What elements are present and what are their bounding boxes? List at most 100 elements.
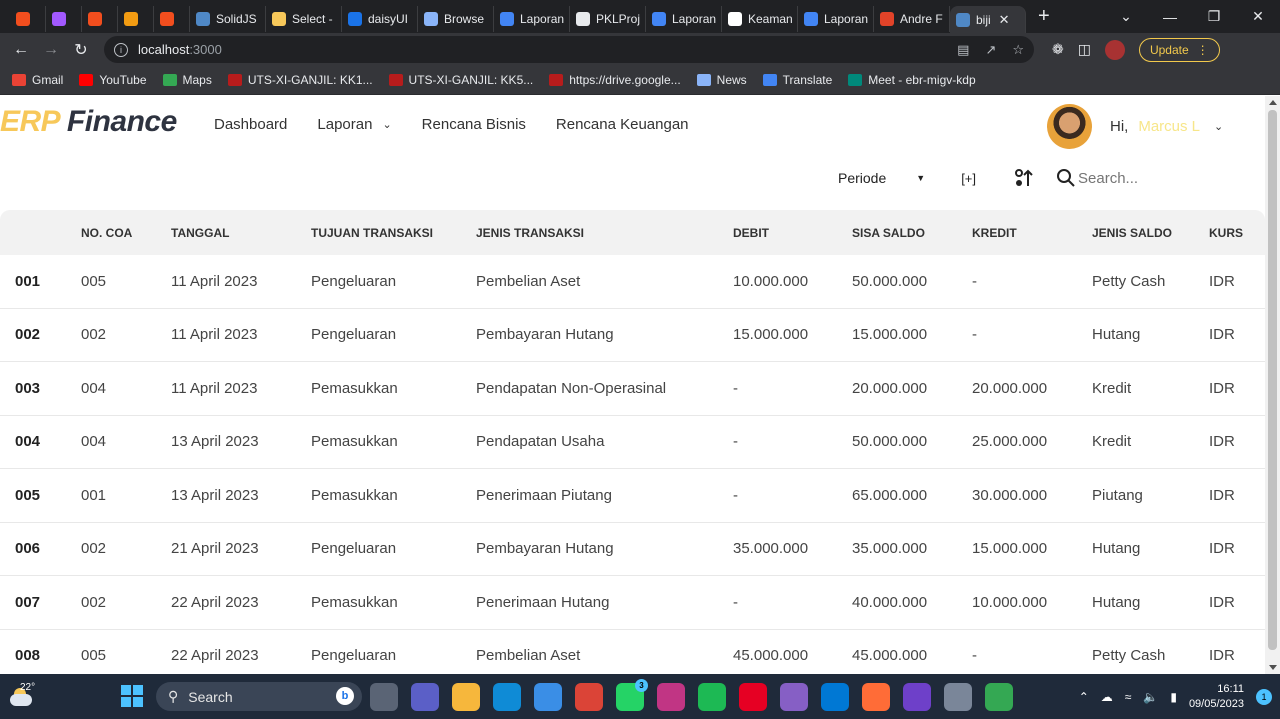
wifi-icon[interactable]: ≈ bbox=[1125, 690, 1132, 704]
user-menu[interactable]: Hi, Marcus L ⌄ bbox=[1047, 104, 1223, 149]
browser-tab[interactable] bbox=[10, 5, 46, 32]
table-row[interactable]: 004 004 13 April 2023 Pemasukkan Pendapatan … bbox=[0, 416, 1265, 469]
sort-icon[interactable] bbox=[1014, 168, 1034, 188]
browser-tab[interactable]: biji ✕ bbox=[950, 6, 1026, 33]
extensions-icon[interactable]: ❁ bbox=[1052, 41, 1064, 58]
site-info-icon[interactable]: i bbox=[114, 42, 128, 57]
edge-icon[interactable] bbox=[493, 683, 521, 711]
clock[interactable]: 16:11 09/05/2023 bbox=[1189, 682, 1244, 712]
bookmark-item[interactable]: UTS-XI-GANJIL: KK1... bbox=[227, 73, 373, 87]
browser-tab[interactable] bbox=[118, 5, 154, 32]
github-desktop-icon[interactable] bbox=[903, 683, 931, 711]
header-kurs[interactable]: KURS bbox=[1209, 226, 1243, 240]
nav-laporan[interactable]: Laporan ⌄ bbox=[317, 116, 391, 133]
onedrive-icon[interactable]: ☁ bbox=[1101, 690, 1113, 704]
bookmark-item[interactable]: Maps bbox=[162, 73, 212, 87]
header-tanggal[interactable]: TANGGAL bbox=[171, 226, 229, 240]
browser-tab[interactable]: Laporan bbox=[798, 5, 874, 32]
table-row[interactable]: 007 002 22 April 2023 Pemasukkan Penerimaan … bbox=[0, 576, 1265, 630]
instagram-icon[interactable] bbox=[657, 683, 685, 711]
nav-dashboard[interactable]: Dashboard bbox=[214, 116, 287, 133]
whatsapp-icon[interactable]: 3 bbox=[616, 679, 648, 711]
visual-studio-icon[interactable] bbox=[780, 683, 808, 711]
reload-icon[interactable]: ↻ bbox=[66, 40, 96, 60]
tab-search-button[interactable]: ⌄ bbox=[1104, 0, 1148, 33]
back-icon[interactable]: ← bbox=[6, 41, 36, 59]
search-input[interactable] bbox=[1078, 169, 1199, 187]
header-no-coa[interactable]: NO. COA bbox=[81, 226, 132, 240]
tray-overflow-icon[interactable]: ⌃ bbox=[1079, 690, 1089, 704]
header-debit[interactable]: DEBIT bbox=[733, 226, 769, 240]
task-view-icon[interactable] bbox=[370, 683, 398, 711]
bookmark-item[interactable]: Translate bbox=[762, 73, 832, 87]
browser-tab[interactable]: Andre F bbox=[874, 5, 950, 32]
scroll-up-icon[interactable] bbox=[1269, 100, 1277, 105]
chrome-profile-icon[interactable] bbox=[985, 683, 1013, 711]
forward-icon[interactable]: → bbox=[36, 41, 66, 59]
add-button[interactable]: [+] bbox=[961, 171, 976, 186]
bookmark-item[interactable]: UTS-XI-GANJIL: KK5... bbox=[388, 73, 533, 87]
profile-avatar[interactable] bbox=[1104, 39, 1125, 60]
bookmark-star-icon[interactable]: ☆ bbox=[1012, 42, 1024, 58]
header-sisa-saldo[interactable]: SISA SALDO bbox=[852, 226, 925, 240]
spotify-icon[interactable] bbox=[698, 683, 726, 711]
bookmark-item[interactable]: Gmail bbox=[12, 73, 63, 87]
update-button[interactable]: Update ⋮ bbox=[1138, 37, 1220, 62]
url-input[interactable]: i localhost :3000 ▤ ↗ ☆ bbox=[104, 36, 1034, 63]
table-row[interactable]: 002 002 11 April 2023 Pengeluaran Pembayaran… bbox=[0, 309, 1265, 362]
table-row[interactable]: 008 005 22 April 2023 Pengeluaran Pembelian … bbox=[0, 630, 1265, 675]
bookmark-item[interactable]: Meet - ebr-migv-kdp bbox=[848, 73, 976, 87]
browser-tab[interactable] bbox=[46, 5, 82, 32]
postman-icon[interactable] bbox=[862, 683, 890, 711]
bing-icon[interactable]: b bbox=[336, 687, 354, 705]
chevron-down-icon[interactable]: ⌄ bbox=[1214, 120, 1223, 133]
battery-icon[interactable]: ▮ bbox=[1170, 690, 1177, 704]
browser-tab[interactable]: Keaman bbox=[722, 5, 798, 32]
periode-select[interactable]: Periode ▼ bbox=[838, 170, 925, 186]
store-icon[interactable] bbox=[534, 683, 562, 711]
side-panel-icon[interactable]: ◫ bbox=[1078, 41, 1091, 58]
windows-start-icon[interactable] bbox=[121, 685, 143, 707]
browser-tab[interactable]: Laporan bbox=[646, 5, 722, 32]
browser-tab[interactable]: SolidJS bbox=[190, 5, 266, 32]
table-row[interactable]: 001 005 11 April 2023 Pengeluaran Pembelian … bbox=[0, 255, 1265, 309]
erp-finance-logo[interactable]: ERP Finance bbox=[0, 105, 177, 139]
browser-tab[interactable]: PKLProj bbox=[570, 5, 646, 32]
nav-rencana-keuangan[interactable]: Rencana Keuangan bbox=[556, 116, 689, 133]
minimize-button[interactable]: — bbox=[1148, 0, 1192, 33]
browser-tab[interactable] bbox=[82, 5, 118, 32]
browser-tab[interactable]: Select - bbox=[266, 5, 342, 32]
weather-widget[interactable]: 22° bbox=[8, 680, 38, 712]
vscode-icon[interactable] bbox=[821, 683, 849, 711]
browser-tab[interactable] bbox=[154, 5, 190, 32]
scroll-thumb[interactable] bbox=[1268, 110, 1277, 650]
bookmark-item[interactable]: https://drive.google... bbox=[549, 73, 681, 87]
chrome-icon[interactable] bbox=[575, 683, 603, 711]
avatar[interactable] bbox=[1047, 104, 1092, 149]
bookmark-item[interactable]: News bbox=[696, 73, 747, 87]
restore-button[interactable]: ❐ bbox=[1192, 0, 1236, 33]
table-row[interactable]: 003 004 11 April 2023 Pemasukkan Pendapatan … bbox=[0, 362, 1265, 416]
close-window-button[interactable]: ✕ bbox=[1236, 0, 1280, 33]
header-kredit[interactable]: KREDIT bbox=[972, 226, 1017, 240]
file-explorer-icon[interactable] bbox=[452, 683, 480, 711]
browser-tab[interactable]: daisyUI bbox=[342, 5, 418, 32]
settings-icon[interactable] bbox=[944, 683, 972, 711]
volume-icon[interactable]: 🔈 bbox=[1143, 690, 1158, 704]
new-tab-button[interactable]: + bbox=[1038, 5, 1050, 28]
teams-icon[interactable] bbox=[411, 683, 439, 711]
scroll-down-icon[interactable] bbox=[1269, 665, 1277, 670]
page-scrollbar[interactable] bbox=[1265, 96, 1280, 674]
browser-tab[interactable]: Laporan bbox=[494, 5, 570, 32]
translate-icon[interactable]: ▤ bbox=[957, 42, 969, 58]
header-tujuan-transaksi[interactable]: TUJUAN TRANSAKSI bbox=[311, 226, 433, 240]
close-tab-icon[interactable]: ✕ bbox=[999, 12, 1010, 28]
pinterest-icon[interactable] bbox=[739, 683, 767, 711]
share-icon[interactable]: ↗ bbox=[985, 42, 996, 58]
table-row[interactable]: 005 001 13 April 2023 Pemasukkan Penerimaan … bbox=[0, 469, 1265, 523]
header-jenis-transaksi[interactable]: JENIS TRANSAKSI bbox=[476, 226, 584, 240]
nav-rencana-bisnis[interactable]: Rencana Bisnis bbox=[422, 116, 526, 133]
taskbar-search[interactable]: ⚲ Search b bbox=[156, 682, 362, 711]
header-jenis-saldo[interactable]: JENIS SALDO bbox=[1092, 226, 1172, 240]
browser-tab[interactable]: Browse bbox=[418, 5, 494, 32]
